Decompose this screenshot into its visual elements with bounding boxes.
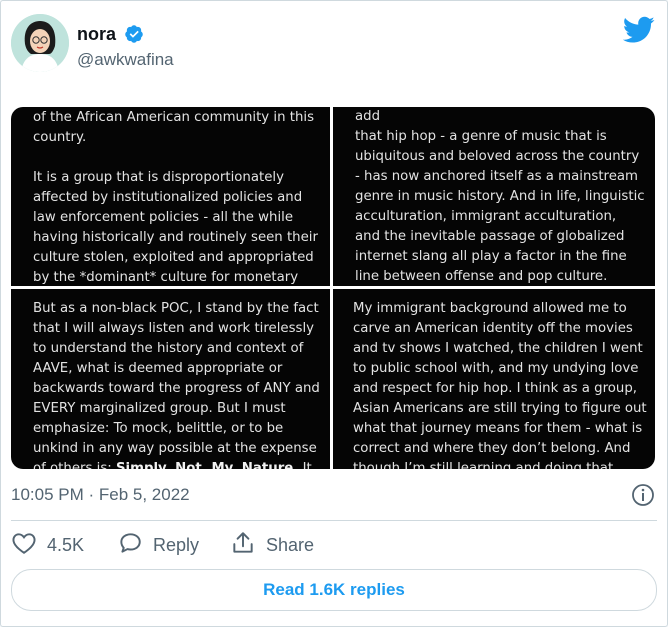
display-name[interactable]: nora xyxy=(77,24,116,44)
media-image-3-text: But as a non-black POC, I stand by the f… xyxy=(33,299,325,469)
media-image-2-text: generation - that liberally uses AAVE, t… xyxy=(355,109,645,284)
share-icon xyxy=(230,530,256,561)
media-image-3-bold: Simply. Not. My. Nature. xyxy=(115,461,299,469)
avatar[interactable] xyxy=(11,14,69,72)
divider xyxy=(11,520,657,521)
media-image-4-text: My immigrant background allowed me to ca… xyxy=(353,301,647,469)
info-icon[interactable] xyxy=(631,483,655,507)
media-image-1[interactable]: of the African American community in thi… xyxy=(11,107,330,286)
media-image-3-tail: It xyxy=(298,461,312,469)
timestamp-row: 10:05 PM · Feb 5, 2022 xyxy=(11,481,655,509)
like-count: 4.5K xyxy=(47,534,85,555)
share-button[interactable]: Share xyxy=(230,529,314,561)
timestamp[interactable]: 10:05 PM · Feb 5, 2022 xyxy=(11,485,190,504)
reply-button[interactable]: Reply xyxy=(117,529,199,561)
tweet-card: nora @awkwafina of the African American … xyxy=(0,0,668,627)
action-bar: 4.5K Reply Share xyxy=(11,529,657,561)
like-button[interactable]: 4.5K xyxy=(11,529,84,561)
media-image-2[interactable]: generation - that liberally uses AAVE, t… xyxy=(333,107,655,286)
verified-badge-icon xyxy=(124,24,144,44)
media-image-3-body: But as a non-black POC, I stand by the f… xyxy=(33,301,320,469)
tweet-media-grid[interactable]: of the African American community in thi… xyxy=(11,107,655,469)
heart-icon xyxy=(11,530,37,561)
share-label: Share xyxy=(266,534,315,555)
user-name-block: nora @awkwafina xyxy=(77,24,174,70)
reply-icon xyxy=(117,530,143,561)
twitter-logo-icon[interactable] xyxy=(622,16,655,44)
media-image-3[interactable]: But as a non-black POC, I stand by the f… xyxy=(11,289,330,469)
reply-label: Reply xyxy=(153,534,200,555)
user-handle[interactable]: @awkwafina xyxy=(77,50,174,70)
read-replies-button[interactable]: Read 1.6K replies xyxy=(11,569,657,611)
media-image-4[interactable]: My immigrant background allowed me to ca… xyxy=(333,289,655,469)
media-image-1-text: of the African American community in thi… xyxy=(33,110,318,285)
tweet-header: nora @awkwafina xyxy=(11,14,657,76)
